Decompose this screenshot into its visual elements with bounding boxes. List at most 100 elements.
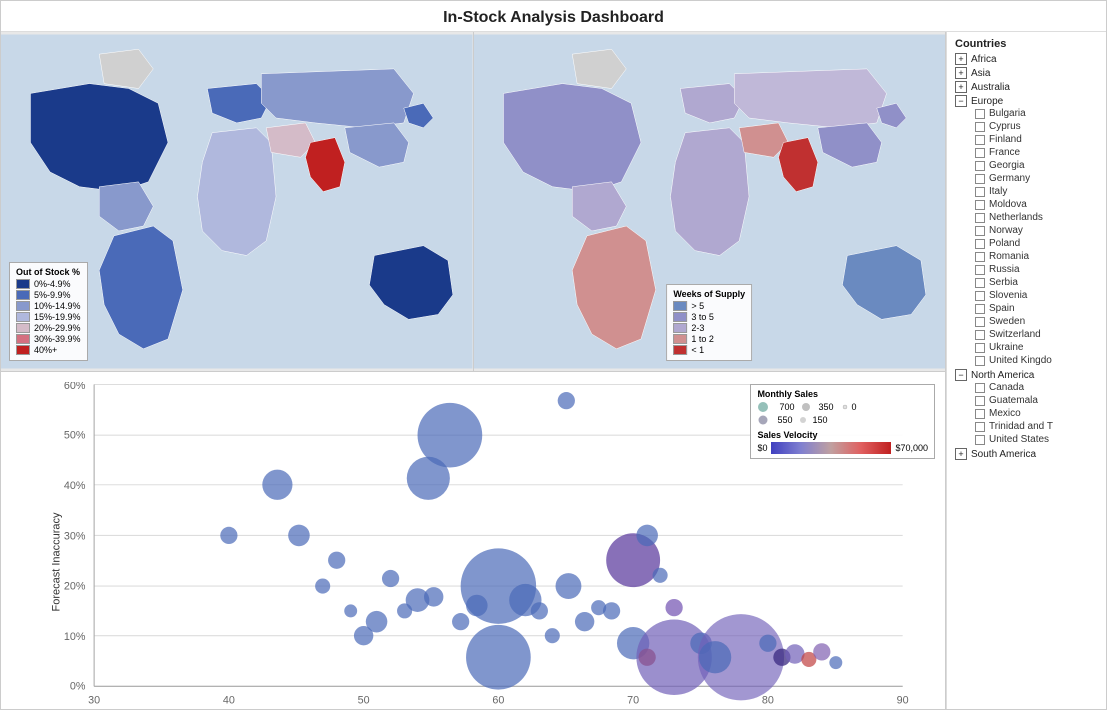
wos-swatch-0 [673, 301, 687, 311]
cb-sweden[interactable] [975, 317, 985, 327]
swatch-1 [16, 290, 30, 300]
group-australia: + Australia [955, 81, 1098, 93]
cb-guatemala[interactable] [975, 396, 985, 406]
scatter-legend: Monthly Sales 700 350 0 [750, 384, 935, 459]
item-switzerland[interactable]: Switzerland [955, 328, 1098, 341]
cb-uk[interactable] [975, 356, 985, 366]
legend-item-6: 40%+ [16, 345, 81, 355]
ms-350: 350 [800, 401, 833, 413]
item-ukraine[interactable]: Ukraine [955, 341, 1098, 354]
group-header-australia[interactable]: + Australia [955, 81, 1098, 93]
cb-slovenia[interactable] [975, 291, 985, 301]
item-canada[interactable]: Canada [955, 381, 1098, 394]
cb-switzerland[interactable] [975, 330, 985, 340]
svg-text:50%: 50% [64, 429, 86, 441]
item-trinidad[interactable]: Trinidad and T [955, 420, 1098, 433]
item-slovenia[interactable]: Slovenia [955, 289, 1098, 302]
swatch-5 [16, 334, 30, 344]
australia-label: Australia [971, 82, 1010, 93]
wos-item-3: 1 to 2 [673, 334, 745, 344]
wos-item-4: < 1 [673, 345, 745, 355]
wos-item-2: 2-3 [673, 323, 745, 333]
cb-us[interactable] [975, 435, 985, 445]
cb-cyprus[interactable] [975, 122, 985, 132]
ms-0: 0 [840, 401, 857, 413]
item-guatemala[interactable]: Guatemala [955, 394, 1098, 407]
expand-africa[interactable]: + [955, 53, 967, 65]
cb-ukraine[interactable] [975, 343, 985, 353]
svg-text:60%: 60% [64, 382, 86, 392]
y-axis-label: Forecast Inaccuracy [51, 512, 63, 611]
cb-mexico[interactable] [975, 409, 985, 419]
item-cyprus[interactable]: Cyprus [955, 120, 1098, 133]
item-norway[interactable]: Norway [955, 224, 1098, 237]
expand-europe[interactable]: − [955, 95, 967, 107]
item-germany[interactable]: Germany [955, 172, 1098, 185]
maps-row: Out of Stock % 0%-4.9% 5%-9.9% 10%-14.9% [1, 32, 945, 372]
europe-label: Europe [971, 96, 1003, 107]
cb-serbia[interactable] [975, 278, 985, 288]
swatch-4 [16, 323, 30, 333]
expand-south-america[interactable]: + [955, 448, 967, 460]
ms-150: 150 [798, 414, 827, 426]
legend-item-2: 10%-14.9% [16, 301, 81, 311]
item-italy[interactable]: Italy [955, 185, 1098, 198]
svg-text:30%: 30% [64, 531, 86, 543]
velocity-row: $0 $70,000 [757, 442, 928, 454]
expand-australia[interactable]: + [955, 81, 967, 93]
cb-georgia[interactable] [975, 161, 985, 171]
item-united-kingdom[interactable]: United Kingdo [955, 354, 1098, 367]
item-france[interactable]: France [955, 146, 1098, 159]
svg-text:80: 80 [762, 695, 774, 707]
wos-swatch-3 [673, 334, 687, 344]
monthly-sales-title: Monthly Sales [757, 389, 928, 399]
group-header-africa[interactable]: + Africa [955, 53, 1098, 65]
svg-text:40: 40 [223, 695, 235, 707]
cb-romania[interactable] [975, 252, 985, 262]
item-romania[interactable]: Romania [955, 250, 1098, 263]
item-netherlands[interactable]: Netherlands [955, 211, 1098, 224]
item-united-states[interactable]: United States [955, 433, 1098, 446]
item-georgia[interactable]: Georgia [955, 159, 1098, 172]
cb-trinidad[interactable] [975, 422, 985, 432]
cb-germany[interactable] [975, 174, 985, 184]
wos-item-1: 3 to 5 [673, 312, 745, 322]
cb-norway[interactable] [975, 226, 985, 236]
cb-netherlands[interactable] [975, 213, 985, 223]
cb-finland[interactable] [975, 135, 985, 145]
svg-text:10%: 10% [64, 631, 86, 643]
velocity-gradient [771, 442, 891, 454]
group-header-asia[interactable]: + Asia [955, 67, 1098, 79]
item-russia[interactable]: Russia [955, 263, 1098, 276]
cb-moldova[interactable] [975, 200, 985, 210]
item-sweden[interactable]: Sweden [955, 315, 1098, 328]
africa-label: Africa [971, 54, 997, 65]
item-moldova[interactable]: Moldova [955, 198, 1098, 211]
item-spain[interactable]: Spain [955, 302, 1098, 315]
south-america-label: South America [971, 449, 1036, 460]
swatch-0 [16, 279, 30, 289]
cb-france[interactable] [975, 148, 985, 158]
group-header-europe[interactable]: − Europe [955, 95, 1098, 107]
group-header-south-america[interactable]: + South America [955, 448, 1098, 460]
north-america-label: North America [971, 370, 1034, 381]
ms-row2: 550 150 [757, 414, 928, 426]
group-header-north-america[interactable]: − North America [955, 369, 1098, 381]
cb-bulgaria[interactable] [975, 109, 985, 119]
expand-asia[interactable]: + [955, 67, 967, 79]
page-title: In-Stock Analysis Dashboard [1, 1, 1106, 32]
item-poland[interactable]: Poland [955, 237, 1098, 250]
item-finland[interactable]: Finland [955, 133, 1098, 146]
item-serbia[interactable]: Serbia [955, 276, 1098, 289]
cb-poland[interactable] [975, 239, 985, 249]
map-right: Weeks of Supply > 5 3 to 5 2-3 [474, 32, 946, 371]
weeks-of-supply-legend: Weeks of Supply > 5 3 to 5 2-3 [666, 284, 752, 361]
item-bulgaria[interactable]: Bulgaria [955, 107, 1098, 120]
cb-russia[interactable] [975, 265, 985, 275]
cb-italy[interactable] [975, 187, 985, 197]
item-mexico[interactable]: Mexico [955, 407, 1098, 420]
cb-spain[interactable] [975, 304, 985, 314]
cb-canada[interactable] [975, 383, 985, 393]
swatch-3 [16, 312, 30, 322]
expand-north-america[interactable]: − [955, 369, 967, 381]
